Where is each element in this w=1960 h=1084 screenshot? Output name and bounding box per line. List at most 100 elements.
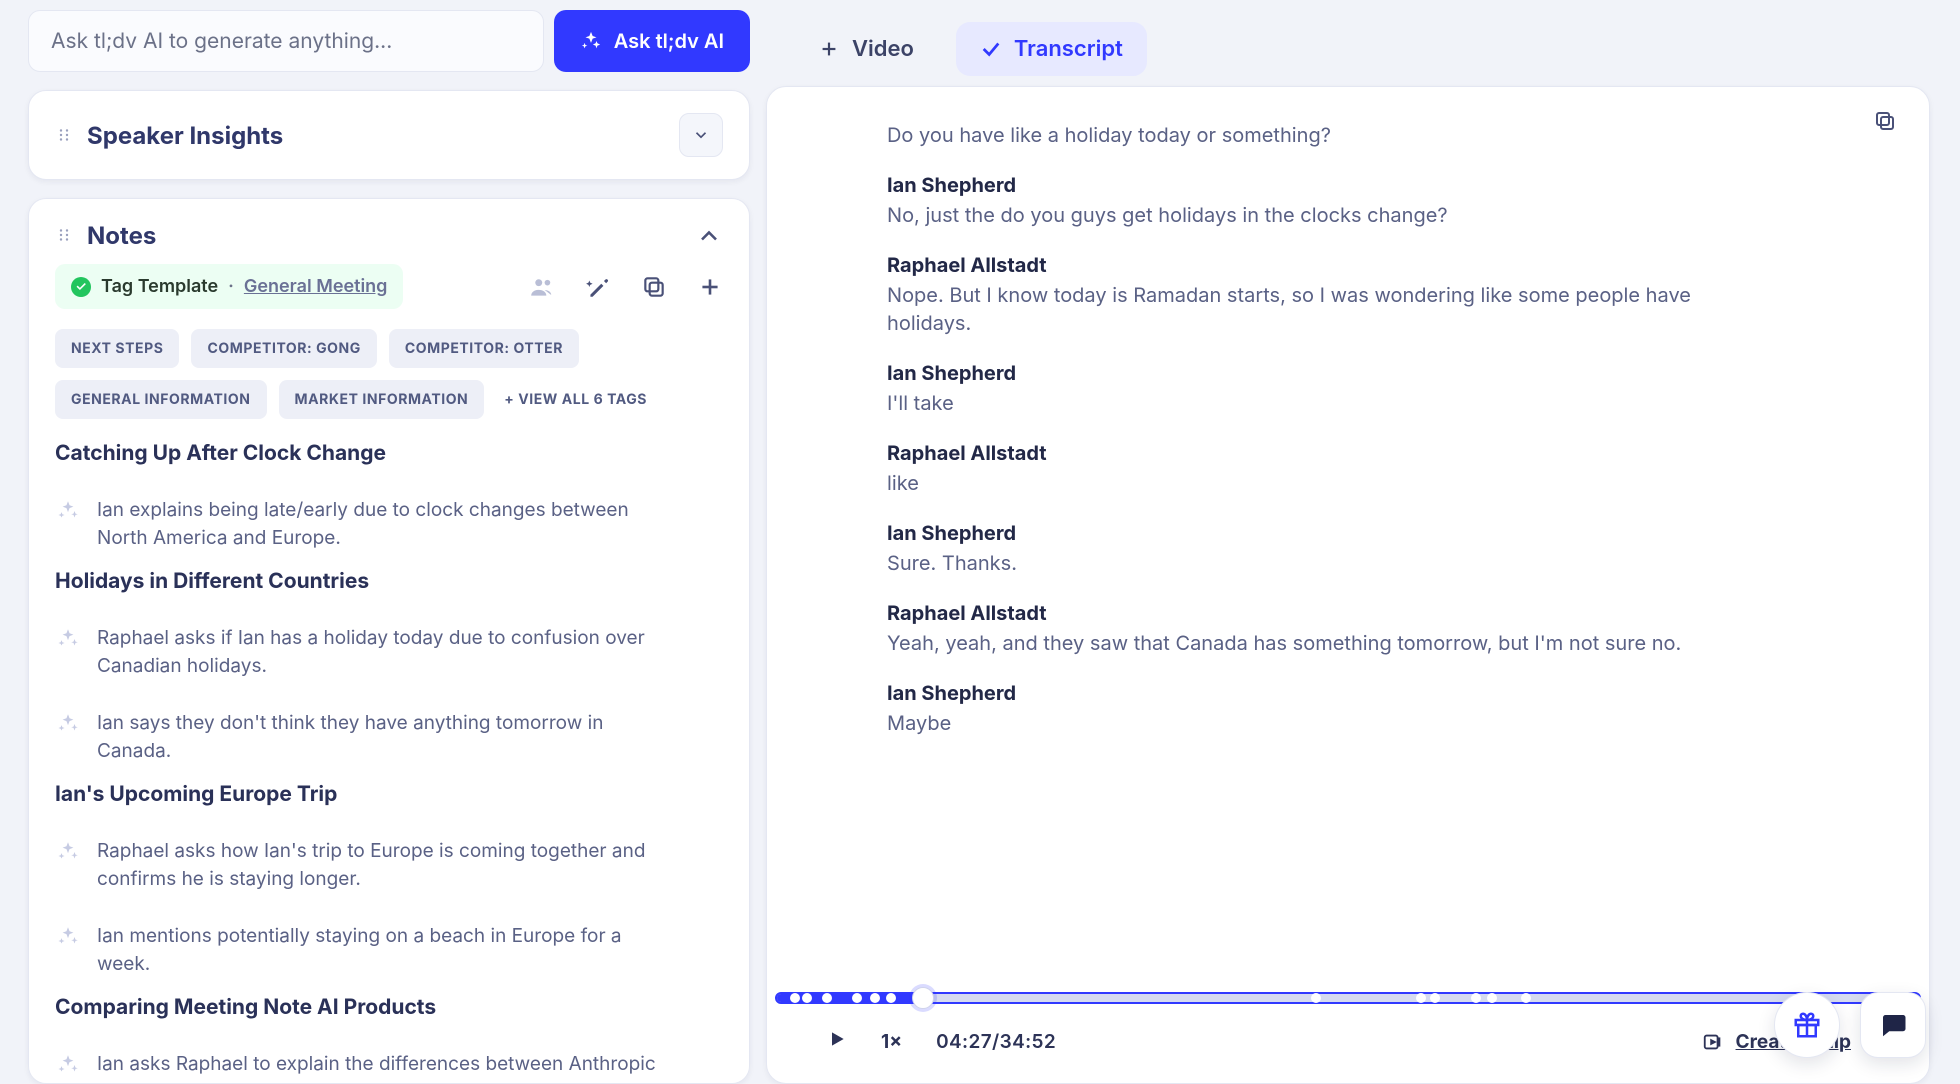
gift-icon: [1792, 1010, 1822, 1040]
wand-icon[interactable]: [585, 274, 611, 300]
note-text: Ian mentions potentially staying on a be…: [97, 922, 657, 977]
transcript-speaker: Ian Shepherd: [887, 681, 1889, 705]
playback-marker[interactable]: [790, 993, 800, 1003]
playback-marker[interactable]: [802, 993, 812, 1003]
transcript-line: Yeah, yeah, and they saw that Canada has…: [887, 629, 1767, 657]
tab-transcript-label: Transcript: [1014, 36, 1123, 62]
transcript-turn[interactable]: Do you have like a holiday today or some…: [887, 121, 1889, 149]
transcript-turn[interactable]: Raphael Allstadt Nope. But I know today i…: [887, 253, 1889, 337]
transcript-line: I'll take: [887, 389, 1767, 417]
transcript-turn[interactable]: Ian Shepherd Sure. Thanks.: [887, 521, 1889, 577]
section-title: Catching Up After Clock Change: [55, 441, 723, 466]
sparkle-icon: [55, 924, 81, 950]
transcript-line: like: [887, 469, 1767, 497]
gift-button[interactable]: [1774, 992, 1840, 1058]
transcript-line: Do you have like a holiday today or some…: [887, 121, 1767, 149]
transcript-line: Maybe: [887, 709, 1767, 737]
playback-marker[interactable]: [1487, 993, 1497, 1003]
play-button[interactable]: [827, 1028, 847, 1055]
transcript-line: No, just the do you guys get holidays in…: [887, 201, 1767, 229]
sparkle-icon: [55, 839, 81, 865]
playback-marker[interactable]: [1416, 993, 1426, 1003]
transcript-speaker: Ian Shepherd: [887, 521, 1889, 545]
tab-video-label: Video: [852, 36, 914, 62]
note-text: Ian asks Raphael to explain the differen…: [97, 1050, 657, 1084]
drag-icon[interactable]: [55, 121, 73, 150]
note-bullet[interactable]: Ian asks Raphael to explain the differen…: [55, 1050, 723, 1084]
view-all-tags[interactable]: + VIEW ALL 6 TAGS: [496, 380, 655, 419]
note-bullet[interactable]: Ian mentions potentially staying on a be…: [55, 922, 723, 977]
sparkle-icon: [55, 711, 81, 737]
transcript-turn[interactable]: Raphael Allstadt like: [887, 441, 1889, 497]
template-label: Tag Template: [101, 276, 218, 297]
note-bullet[interactable]: Raphael asks how Ian's trip to Europe is…: [55, 837, 723, 892]
chevron-up-icon: [695, 222, 723, 250]
tag-template-pill[interactable]: ✓ Tag Template · General Meeting: [55, 264, 403, 309]
people-icon[interactable]: [529, 274, 555, 300]
tag-0[interactable]: NEXT STEPS: [55, 329, 179, 368]
transcript-line: Nope. But I know today is Ramadan starts…: [887, 281, 1767, 337]
note-text: Raphael asks how Ian's trip to Europe is…: [97, 837, 657, 892]
tab-video[interactable]: Video: [794, 22, 938, 76]
tag-1[interactable]: COMPETITOR: GONG: [191, 329, 376, 368]
playback-marker[interactable]: [1430, 993, 1440, 1003]
playback-time: 04:27/34:52: [936, 1030, 1056, 1053]
ask-input[interactable]: Ask tl;dv AI to generate anything...: [28, 10, 544, 72]
sparkle-icon: [55, 1052, 81, 1078]
chat-button[interactable]: [1860, 992, 1926, 1058]
transcript-speaker: Ian Shepherd: [887, 173, 1889, 197]
transcript-turn[interactable]: Ian Shepherd No, just the do you guys get…: [887, 173, 1889, 229]
playback-marker[interactable]: [886, 993, 896, 1003]
section-title: Ian's Upcoming Europe Trip: [55, 782, 723, 807]
playback-marker[interactable]: [870, 993, 880, 1003]
note-text: Ian explains being late/early due to clo…: [97, 496, 657, 551]
transcript-speaker: Raphael Allstadt: [887, 601, 1889, 625]
section-title: Holidays in Different Countries: [55, 569, 723, 594]
playback-marker[interactable]: [1311, 993, 1321, 1003]
note-bullet[interactable]: Ian explains being late/early due to clo…: [55, 496, 723, 551]
note-bullet[interactable]: Ian says they don't think they have anyt…: [55, 709, 723, 764]
section-title: Comparing Meeting Note AI Products: [55, 995, 723, 1020]
playback-head[interactable]: [912, 987, 934, 1009]
ask-ai-label: Ask tl;dv AI: [614, 29, 724, 53]
transcript-card: Do you have like a holiday today or some…: [766, 86, 1930, 1084]
insights-collapse-button[interactable]: [679, 113, 723, 157]
check-icon: ✓: [71, 277, 91, 297]
speaker-insights-title: Speaker Insights: [87, 121, 283, 150]
chevron-down-icon: [692, 126, 710, 144]
sparkle-icon: [580, 30, 602, 52]
transcript-speaker: Raphael Allstadt: [887, 441, 1889, 465]
playback-marker[interactable]: [852, 993, 862, 1003]
transcript-speaker: Ian Shepherd: [887, 361, 1889, 385]
note-bullet[interactable]: Raphael asks if Ian has a holiday today …: [55, 624, 723, 679]
sparkle-icon: [55, 626, 81, 652]
transcript-speaker: Raphael Allstadt: [887, 253, 1889, 277]
playback-marker[interactable]: [822, 993, 832, 1003]
note-text: Raphael asks if Ian has a holiday today …: [97, 624, 657, 679]
notes-collapse-button[interactable]: [695, 222, 723, 250]
playback-marker[interactable]: [1521, 993, 1531, 1003]
playback-track[interactable]: [775, 992, 1921, 1004]
playback-marker[interactable]: [1471, 993, 1481, 1003]
tab-transcript[interactable]: Transcript: [956, 22, 1147, 76]
playback-speed[interactable]: 1×: [881, 1030, 902, 1053]
speaker-insights-card: Speaker Insights: [28, 90, 750, 180]
notes-card: Notes ✓ Tag Template · General Meeting: [28, 198, 750, 1084]
copy-icon[interactable]: [641, 274, 667, 300]
template-link[interactable]: General Meeting: [244, 276, 388, 297]
drag-icon[interactable]: [55, 221, 73, 250]
clip-icon: [1702, 1031, 1724, 1053]
tag-2[interactable]: COMPETITOR: OTTER: [389, 329, 579, 368]
note-text: Ian says they don't think they have anyt…: [97, 709, 657, 764]
transcript-turn[interactable]: Ian Shepherd Maybe: [887, 681, 1889, 737]
transcript-line: Sure. Thanks.: [887, 549, 1767, 577]
transcript-turn[interactable]: Ian Shepherd I'll take: [887, 361, 1889, 417]
sparkle-icon: [55, 498, 81, 524]
check-icon: [980, 38, 1002, 60]
ask-ai-button[interactable]: Ask tl;dv AI: [554, 10, 750, 72]
tag-4[interactable]: MARKET INFORMATION: [279, 380, 485, 419]
tag-3[interactable]: GENERAL INFORMATION: [55, 380, 267, 419]
transcript-turn[interactable]: Raphael Allstadt Yeah, yeah, and they saw…: [887, 601, 1889, 657]
copy-transcript-button[interactable]: [1873, 109, 1897, 137]
plus-icon[interactable]: [697, 274, 723, 300]
